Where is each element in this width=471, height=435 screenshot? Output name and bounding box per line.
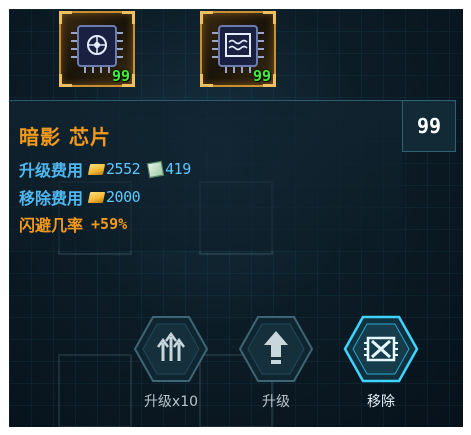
upgrade-cost-label: 升级费用 — [19, 161, 84, 180]
stat-label: 闪避几率 — [19, 216, 84, 235]
chip-inventory-screen: 99 99 99 暗影 芯片 升级费用 2552 419 移除费用 2000 闪… — [9, 9, 463, 427]
upgrade-cost-row: 升级费用 2552 419 — [19, 157, 191, 181]
upgrade-arrow-icon — [238, 316, 314, 382]
gold-icon — [87, 163, 106, 175]
chip-slot-wave[interactable]: 99 — [200, 11, 276, 87]
remove-gold-cost: 2000 — [106, 188, 141, 206]
remove-cost-row: 移除费用 2000 — [19, 185, 141, 209]
chip-name: 暗影 芯片 — [19, 125, 111, 149]
chip-slot-shadow[interactable]: 99 — [59, 11, 135, 87]
chip-stat-row: 闪避几率 +59% — [19, 212, 127, 236]
chip-level-badge: 99 — [402, 100, 456, 152]
upgrade-x10-icon — [133, 316, 209, 382]
chip-level-value: 99 — [416, 114, 442, 138]
gold-icon — [87, 191, 106, 203]
remove-chip-icon — [343, 315, 419, 383]
remove-label: 移除 — [367, 394, 395, 410]
stat-value: +59% — [91, 215, 128, 233]
ghost-chip-slot — [58, 354, 132, 427]
upgrade-label: 升级 — [262, 394, 290, 410]
remove-cost-label: 移除费用 — [19, 189, 84, 208]
upgrade-x10-label: 升级x10 — [143, 394, 199, 410]
chip-count: 99 — [252, 67, 271, 85]
chip-count: 99 — [111, 67, 130, 85]
upgrade-gold-cost: 2552 — [106, 160, 141, 178]
material-icon — [146, 160, 165, 178]
upgrade-material-cost: 419 — [165, 160, 191, 178]
